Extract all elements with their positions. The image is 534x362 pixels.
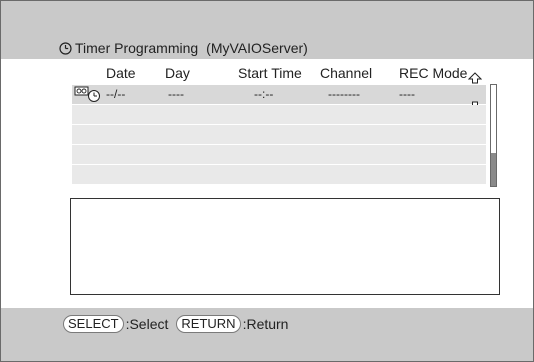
column-header-start-time: Start Time bbox=[238, 65, 302, 81]
cell-date: --/-- bbox=[106, 87, 126, 101]
list-item[interactable] bbox=[72, 105, 486, 125]
page-title: Timer Programming (MyVAIOServer) bbox=[59, 39, 308, 57]
clock-icon bbox=[59, 41, 72, 55]
timer-recording-icon bbox=[74, 86, 104, 103]
column-header-day: Day bbox=[165, 65, 190, 81]
cell-day: ---- bbox=[168, 87, 184, 101]
column-header-date: Date bbox=[106, 65, 136, 81]
list-item[interactable] bbox=[72, 125, 486, 145]
list-item[interactable] bbox=[72, 165, 486, 185]
cell-rec-mode: ---- bbox=[399, 87, 415, 101]
scrollbar-thumb[interactable] bbox=[491, 153, 496, 186]
select-hint-label: :Select bbox=[125, 316, 169, 332]
window-frame: Timer Programming (MyVAIOServer) Date Da… bbox=[0, 0, 534, 362]
list-scrollbar[interactable] bbox=[490, 84, 497, 187]
detail-panel bbox=[70, 198, 500, 295]
list-header: Date Day Start Time Channel REC Mode bbox=[72, 63, 486, 85]
return-hint-label: :Return bbox=[242, 316, 289, 332]
cell-start-time: --:-- bbox=[254, 87, 274, 101]
cell-channel: -------- bbox=[328, 87, 360, 101]
key-hints: SELECT :Select RETURN :Return bbox=[63, 315, 288, 333]
server-name: (MyVAIOServer) bbox=[206, 40, 308, 56]
select-key-badge[interactable]: SELECT bbox=[63, 315, 124, 333]
list-item[interactable] bbox=[72, 145, 486, 165]
return-key-badge[interactable]: RETURN bbox=[176, 315, 241, 333]
title-label: Timer Programming bbox=[75, 40, 199, 56]
column-header-rec-mode: REC Mode bbox=[399, 65, 468, 81]
timer-list[interactable]: Date Day Start Time Channel REC Mode --/… bbox=[72, 63, 486, 188]
column-header-channel: Channel bbox=[320, 65, 373, 81]
list-item[interactable]: --/-- ---- --:-- -------- ---- bbox=[72, 85, 486, 105]
